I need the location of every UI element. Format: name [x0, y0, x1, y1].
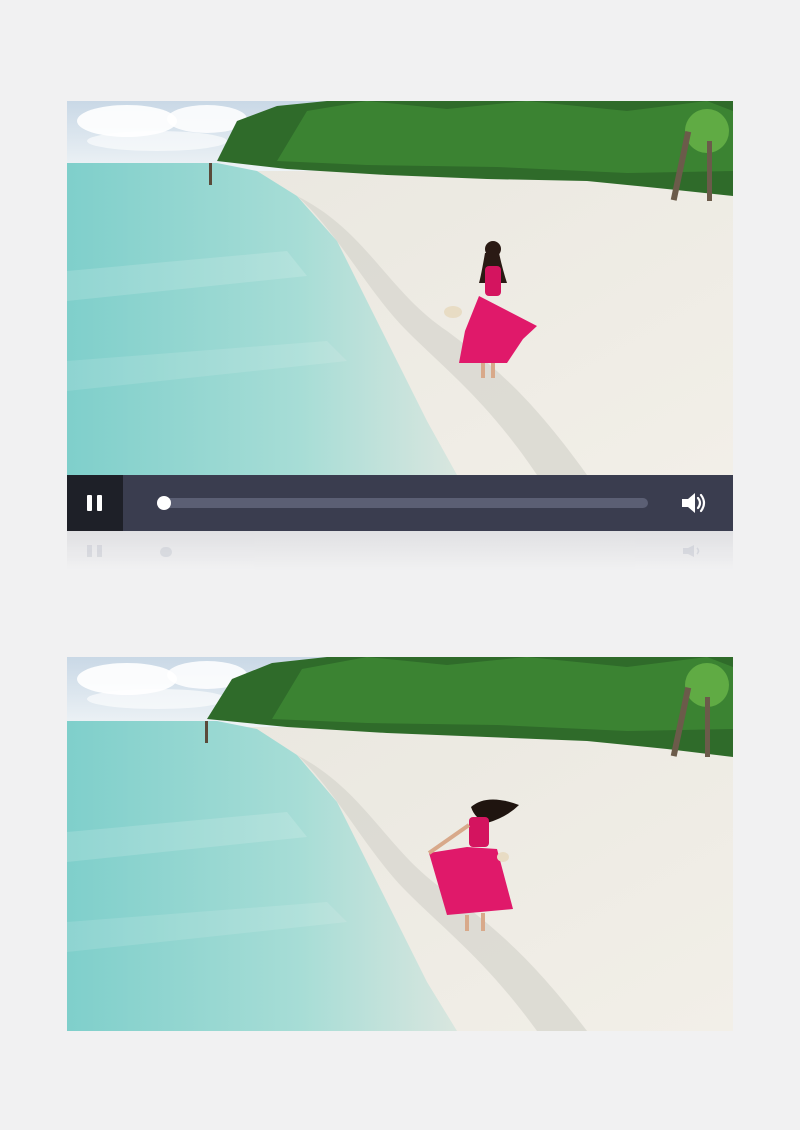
pause-button[interactable]	[67, 475, 123, 531]
beach-scene-image	[67, 101, 733, 475]
video-frame-top[interactable]	[67, 101, 733, 475]
progress-bar[interactable]	[157, 496, 648, 510]
pause-icon-reflection	[87, 545, 105, 557]
video-frame-bottom[interactable]	[67, 657, 733, 1031]
video-controls-bar	[67, 475, 733, 531]
volume-icon	[682, 493, 706, 513]
pause-icon	[87, 495, 92, 511]
progress-handle-reflection	[160, 547, 172, 557]
beach-scene-image	[67, 657, 733, 1031]
volume-button[interactable]	[679, 489, 709, 517]
progress-handle[interactable]	[157, 496, 171, 510]
controls-reflection	[67, 531, 733, 571]
volume-icon-reflection	[683, 545, 700, 557]
